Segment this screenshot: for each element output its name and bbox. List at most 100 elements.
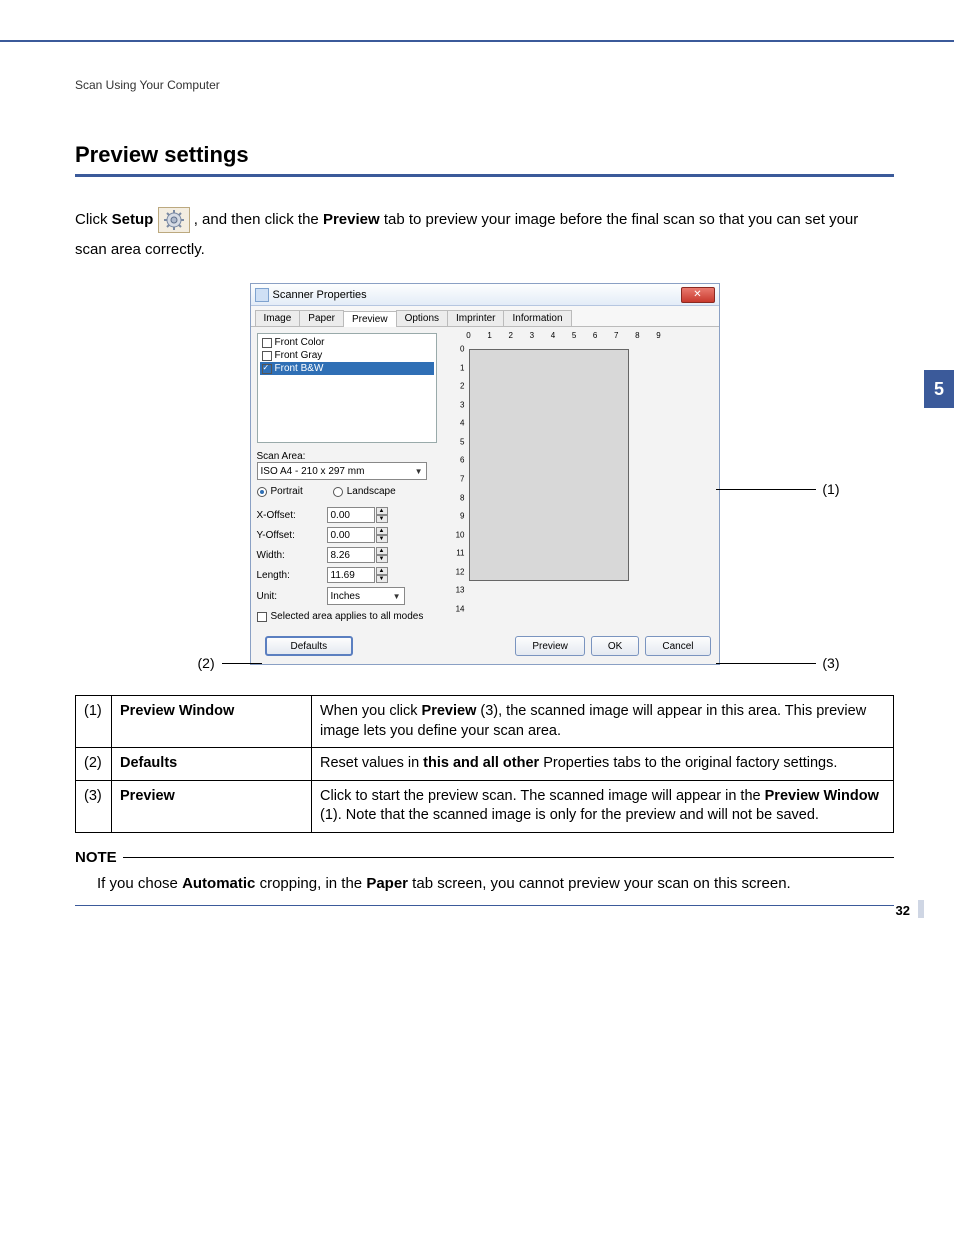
y-offset-spinner[interactable]: ▲▼ [376,527,388,543]
x-offset-input[interactable]: 0.00 [327,507,375,523]
intro-paragraph: Click Setup , and then click the [75,205,894,265]
ruler-tick-label: 5 [572,331,576,340]
scanner-properties-window: Scanner Properties ✕ ImagePaperPreviewOp… [250,283,720,665]
app-icon [255,288,269,302]
row-description: Click to start the preview scan. The sca… [312,780,894,832]
list-item-label: Front Gray [275,350,323,361]
length-label: Length: [257,570,327,581]
gear-icon [158,205,190,235]
ruler-tick-label: 8 [460,493,464,502]
ruler-tick-label: 7 [460,475,464,484]
ruler-tick-label: 2 [460,382,464,391]
tab-options[interactable]: Options [396,310,448,326]
ruler-tick-label: 9 [460,512,464,521]
ruler-tick-label: 0 [460,345,464,354]
landscape-radio[interactable] [333,487,343,497]
ruler-tick-label: 5 [460,437,464,446]
ruler-tick-label: 7 [614,331,618,340]
unit-label: Unit: [257,591,327,602]
section-title: Preview settings [75,142,894,168]
callout-3-label: (3) [822,655,839,671]
note-top-rule [123,857,894,858]
scan-area-dropdown[interactable]: ISO A4 - 210 x 297 mm ▼ [257,462,427,480]
intro-text: Click [75,211,112,228]
note-text: cropping, in the [255,875,366,892]
unit-dropdown[interactable]: Inches ▼ [327,587,405,605]
list-item-label: Front B&W [275,363,324,374]
note-bold: Paper [366,875,408,892]
checkbox-icon[interactable] [262,338,272,348]
scan-area-value: ISO A4 - 210 x 297 mm [261,466,365,477]
page-number: 32 [896,903,910,918]
ruler-tick-label: 6 [593,331,597,340]
ok-button[interactable]: OK [591,636,639,656]
length-input[interactable]: 11.69 [327,567,375,583]
width-spinner[interactable]: ▲▼ [376,547,388,563]
ruler-tick-label: 1 [487,331,491,340]
row-number: (1) [76,696,112,748]
scan-area-label: Scan Area: [257,451,437,462]
chapter-tab: 5 [924,370,954,408]
table-row: (3)PreviewClick to start the preview sca… [76,780,894,832]
all-modes-checkbox[interactable] [257,612,267,622]
ruler-tick-label: 11 [456,549,464,558]
screenshot-figure: Scanner Properties ✕ ImagePaperPreviewOp… [130,283,840,665]
ruler-tick-label: 13 [456,586,465,595]
page-number-tab [918,900,924,918]
chevron-down-icon: ▼ [415,467,423,476]
ruler-tick-label: 4 [551,331,555,340]
list-item[interactable]: Front B&W [260,362,434,375]
x-offset-label: X-Offset: [257,510,327,521]
y-offset-input[interactable]: 0.00 [327,527,375,543]
width-label: Width: [257,550,327,561]
defaults-button[interactable]: Defaults [265,636,354,656]
note-bottom-rule [75,905,894,906]
breadcrumb: Scan Using Your Computer [75,78,894,92]
portrait-radio[interactable] [257,487,267,497]
width-input[interactable]: 8.26 [327,547,375,563]
preview-window-area[interactable] [469,349,629,581]
ruler-tick-label: 3 [460,400,464,409]
list-item-label: Front Color [275,337,325,348]
note-text: If you chose [97,875,182,892]
checkbox-icon[interactable] [262,351,272,361]
note-label: NOTE [75,849,117,866]
intro-preview-bold: Preview [323,211,380,228]
row-description: When you click Preview (3), the scanned … [312,696,894,748]
note-block: NOTE If you chose Automatic cropping, in… [75,849,894,907]
ruler-tick-label: 2 [508,331,512,340]
tab-strip: ImagePaperPreviewOptionsImprinterInforma… [251,306,719,327]
preview-button[interactable]: Preview [515,636,585,656]
tab-information[interactable]: Information [503,310,571,326]
row-name: Preview [112,780,312,832]
x-offset-spinner[interactable]: ▲▼ [376,507,388,523]
ruler-tick-label: 10 [456,530,465,539]
ruler-left: 01234567891011121314 [451,349,469,613]
length-spinner[interactable]: ▲▼ [376,567,388,583]
tab-paper[interactable]: Paper [299,310,344,326]
intro-text: , and then click the [194,211,323,228]
table-row: (1)Preview WindowWhen you click Preview … [76,696,894,748]
checkbox-icon[interactable] [262,364,272,374]
cancel-button[interactable]: Cancel [645,636,710,656]
close-button[interactable]: ✕ [681,287,715,303]
list-item[interactable]: Front Gray [260,349,434,362]
list-item[interactable]: Front Color [260,336,434,349]
title-rule [75,174,894,177]
image-type-listbox[interactable]: Front Color Front Gray Front B&W [257,333,437,443]
row-name: Defaults [112,748,312,781]
tab-image[interactable]: Image [255,310,301,326]
ruler-tick-label: 6 [460,456,464,465]
tab-preview[interactable]: Preview [343,311,397,327]
intro-text: tab to preview your image before the fin… [75,211,858,258]
close-icon: ✕ [693,289,701,300]
note-text: tab screen, you cannot preview your scan… [408,875,791,892]
row-number: (2) [76,748,112,781]
intro-setup-bold: Setup [112,211,154,228]
y-offset-label: Y-Offset: [257,530,327,541]
callout-1-label: (1) [822,481,839,497]
row-description: Reset values in this and all other Prope… [312,748,894,781]
tab-imprinter[interactable]: Imprinter [447,310,504,326]
ruler-top: 0123456789 [469,333,666,349]
legend-table: (1)Preview WindowWhen you click Preview … [75,695,894,833]
